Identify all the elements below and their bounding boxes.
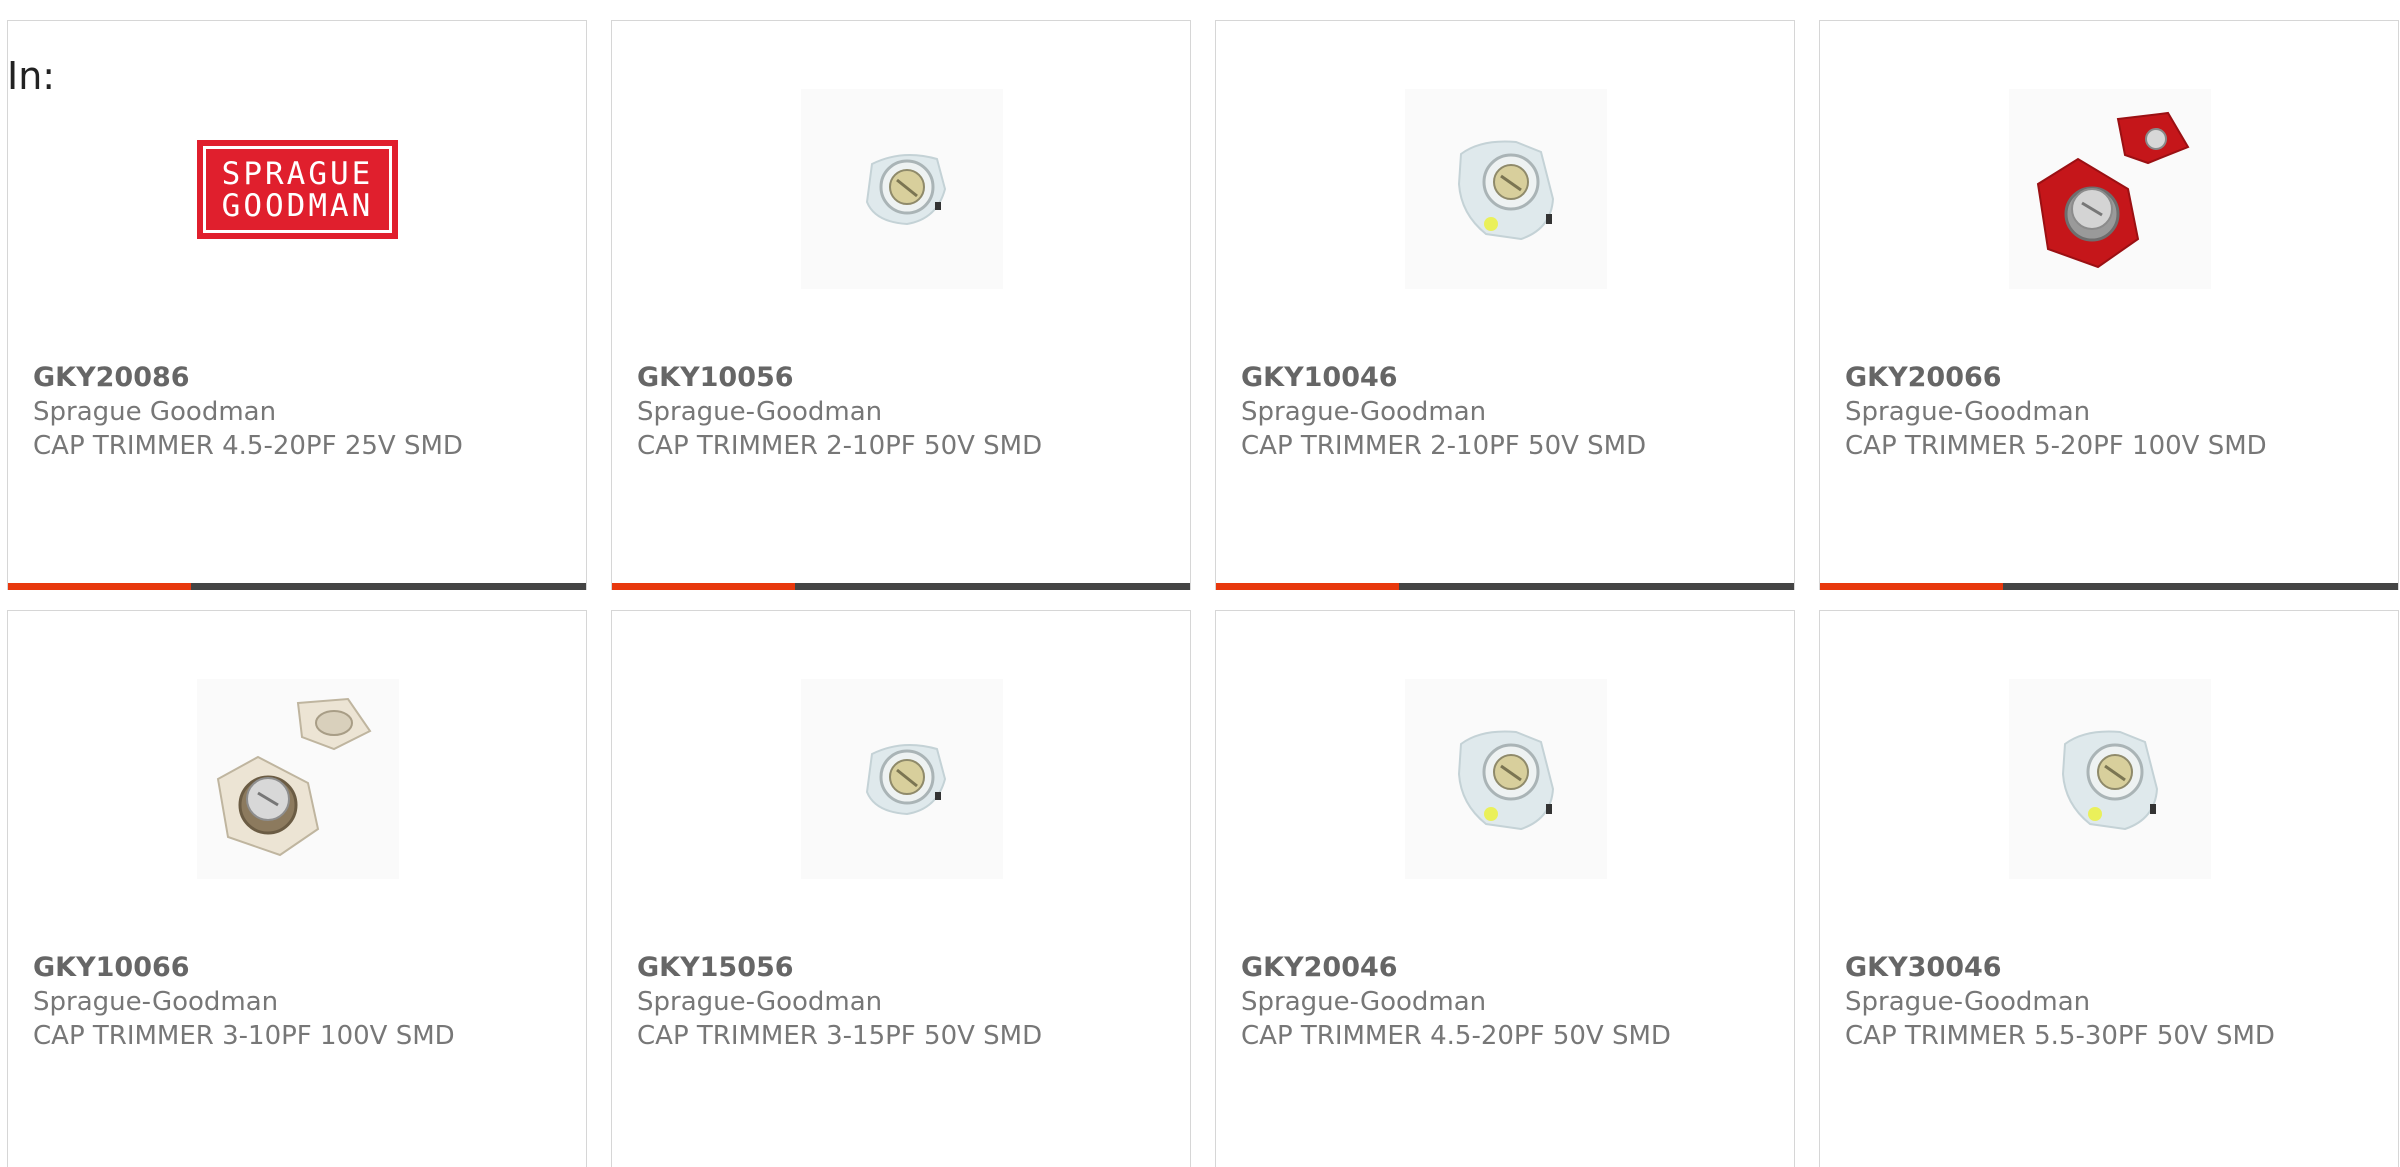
product-image[interactable]	[2009, 679, 2211, 879]
part-number[interactable]: GKY20046	[1241, 951, 1774, 985]
product-card[interactable]: GKY10066 Sprague-Goodman CAP TRIMMER 3-1…	[7, 610, 587, 1167]
description: CAP TRIMMER 5.5-30PF 50V SMD	[1845, 1021, 2275, 1051]
product-image[interactable]	[1405, 679, 1607, 879]
manufacturer: Sprague-Goodman	[33, 987, 279, 1017]
product-grid-page: In: SPRAGUE GOODMAN GKY20086 Sprague Goo…	[0, 0, 2400, 1167]
product-grid: SPRAGUE GOODMAN GKY20086 Sprague Goodman…	[7, 20, 2399, 1167]
product-card[interactable]: GKY10056 Sprague-Goodman CAP TRIMMER 2-1…	[611, 20, 1191, 590]
card-accent-bar	[8, 583, 586, 590]
description: CAP TRIMMER 3-15PF 50V SMD	[637, 1021, 1043, 1051]
part-number[interactable]: GKY15056	[637, 951, 1170, 985]
card-accent-bar	[1820, 583, 2398, 590]
manufacturer: Sprague-Goodman	[1845, 397, 2091, 427]
product-image[interactable]	[801, 89, 1003, 289]
product-image[interactable]	[1405, 89, 1607, 289]
product-card[interactable]: GKY20066 Sprague-Goodman CAP TRIMMER 5-2…	[1819, 20, 2399, 590]
part-number[interactable]: GKY10056	[637, 361, 1170, 395]
manufacturer: Sprague-Goodman	[1241, 397, 1487, 427]
part-number[interactable]: GKY30046	[1845, 951, 2378, 985]
product-card[interactable]: SPRAGUE GOODMAN GKY20086 Sprague Goodman…	[7, 20, 587, 590]
product-card[interactable]: GKY15056 Sprague-Goodman CAP TRIMMER 3-1…	[611, 610, 1191, 1167]
part-number[interactable]: GKY10066	[33, 951, 566, 985]
product-card[interactable]: GKY10046 Sprague-Goodman CAP TRIMMER 2-1…	[1215, 20, 1795, 590]
manufacturer: Sprague Goodman	[33, 397, 277, 427]
card-accent-bar	[1216, 583, 1794, 590]
description: CAP TRIMMER 3-10PF 100V SMD	[33, 1021, 455, 1051]
part-number[interactable]: GKY20066	[1845, 361, 2378, 395]
description: CAP TRIMMER 4.5-20PF 50V SMD	[1241, 1021, 1671, 1051]
product-image[interactable]	[197, 679, 399, 879]
part-number[interactable]: GKY20086	[33, 361, 566, 395]
description: CAP TRIMMER 2-10PF 50V SMD	[1241, 431, 1647, 461]
product-card[interactable]: GKY30046 Sprague-Goodman CAP TRIMMER 5.5…	[1819, 610, 2399, 1167]
sprague-goodman-logo: SPRAGUE GOODMAN	[197, 140, 398, 239]
product-image[interactable]	[801, 679, 1003, 879]
in-label: In:	[7, 54, 56, 98]
manufacturer: Sprague-Goodman	[637, 987, 883, 1017]
description: CAP TRIMMER 2-10PF 50V SMD	[637, 431, 1043, 461]
product-card[interactable]: GKY20046 Sprague-Goodman CAP TRIMMER 4.5…	[1215, 610, 1795, 1167]
manufacturer: Sprague-Goodman	[637, 397, 883, 427]
product-image[interactable]	[2009, 89, 2211, 289]
part-number[interactable]: GKY10046	[1241, 361, 1774, 395]
manufacturer: Sprague-Goodman	[1845, 987, 2091, 1017]
manufacturer: Sprague-Goodman	[1241, 987, 1487, 1017]
description: CAP TRIMMER 5-20PF 100V SMD	[1845, 431, 2267, 461]
card-accent-bar	[612, 583, 1190, 590]
description: CAP TRIMMER 4.5-20PF 25V SMD	[33, 431, 463, 461]
